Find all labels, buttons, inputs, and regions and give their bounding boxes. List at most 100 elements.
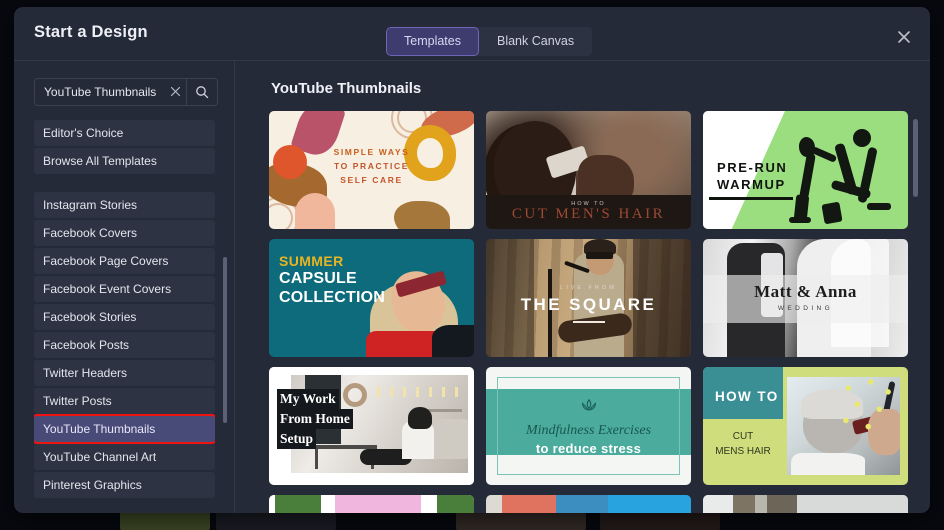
decor-blob (394, 201, 450, 229)
template-card-partial[interactable] (703, 495, 908, 513)
template-card-partial[interactable] (269, 495, 474, 513)
template-title: CUT MEN'S HAIR (486, 206, 691, 223)
template-title-line: Setup (277, 429, 316, 449)
template-title: SIMPLE WAYS TO PRACTICE SELF CARE (269, 145, 474, 187)
sidebar-scrollbar[interactable] (223, 257, 227, 423)
template-card-the-square[interactable]: LIVE FROM THE SQUARE (486, 239, 691, 357)
template-title-line: WARMUP (717, 176, 787, 193)
template-title: CUTMENS HAIR (703, 429, 783, 459)
search-submit-button[interactable] (187, 85, 217, 99)
sidebar-item-twitter-posts[interactable]: Twitter Posts (34, 388, 215, 414)
template-kicker: HOW TO (715, 389, 779, 404)
page-title: Start a Design (34, 23, 148, 42)
decor-runner (799, 153, 816, 200)
template-title: Matt & Anna (703, 282, 908, 302)
search-icon (195, 85, 209, 99)
decor-rule (709, 197, 793, 200)
template-card-matt-and-anna-wedding[interactable]: Matt & Anna WEDDING (703, 239, 908, 357)
decor-sparkles (836, 377, 898, 439)
gallery-scrollbar[interactable] (913, 119, 918, 197)
gallery-heading: YouTube Thumbnails (271, 80, 421, 97)
dialog-body: YouTube Thumbnails Editor's Choice Brows… (14, 61, 930, 513)
template-card-partial[interactable] (486, 495, 691, 513)
template-title: Mindfulness Exercises (486, 423, 691, 439)
decor-sunglasses (586, 252, 613, 259)
sidebar-category-list[interactable]: Editor's Choice Browse All Templates Ins… (34, 120, 215, 513)
template-title: CAPSULECOLLECTION (279, 269, 385, 307)
template-title-line: SELF CARE (269, 173, 474, 187)
decor-cape (791, 453, 865, 475)
clear-search-button[interactable] (164, 85, 186, 100)
sidebar-item-twitter-headers[interactable]: Twitter Headers (34, 360, 215, 386)
mode-tab-group: Templates Blank Canvas (386, 27, 592, 56)
template-title-line: My Work (277, 389, 339, 409)
template-card-self-care[interactable]: SIMPLE WAYS TO PRACTICE SELF CARE (269, 111, 474, 229)
sidebar-item-youtube-channel-art[interactable]: YouTube Channel Art (34, 444, 215, 470)
template-subtitle: WEDDING (703, 305, 908, 312)
sidebar-item-pinterest-graphics[interactable]: Pinterest Graphics (34, 472, 215, 498)
template-gallery: YouTube Thumbnails (235, 61, 930, 513)
template-card-mindfulness-exercises[interactable]: Mindfulness Exercises to reduce stress (486, 367, 691, 485)
close-icon (894, 27, 914, 47)
template-row (269, 495, 909, 513)
decor-block (703, 495, 735, 513)
lotus-icon (578, 397, 600, 419)
close-icon (170, 86, 181, 97)
decor-hair (408, 407, 432, 429)
decor-block (335, 495, 427, 513)
sidebar-item-facebook-page-covers[interactable]: Facebook Page Covers (34, 248, 215, 274)
template-card-how-to-cut-mens-hair[interactable]: HOW TO CUTMENS HAIR (703, 367, 908, 485)
decor-runner (789, 217, 811, 223)
close-button[interactable] (894, 27, 914, 47)
sidebar-item-youtube-thumbnails[interactable]: YouTube Thumbnails (34, 416, 215, 442)
decor-block (608, 495, 691, 513)
sidebar: YouTube Thumbnails Editor's Choice Brows… (14, 61, 235, 513)
decor-blob (295, 193, 335, 229)
decor-runner (821, 202, 842, 225)
start-a-design-dialog: Start a Design Templates Blank Canvas Yo… (14, 7, 930, 513)
sidebar-item-editors-choice[interactable]: Editor's Choice (34, 120, 215, 146)
template-card-pre-run-warmup[interactable]: PRE-RUN WARMUP (703, 111, 908, 229)
sidebar-item-facebook-stories[interactable]: Facebook Stories (34, 304, 215, 330)
template-title-line: From Home (277, 409, 353, 429)
decor-block (502, 495, 560, 513)
search-box[interactable]: YouTube Thumbnails (34, 78, 218, 106)
template-title-line: PRE-RUN (717, 159, 787, 176)
search-input[interactable]: YouTube Thumbnails (35, 85, 164, 99)
decor-jacket (432, 325, 474, 357)
template-title-line: TO PRACTICE (269, 159, 474, 173)
decor-block (556, 495, 612, 513)
decor-block (797, 495, 908, 513)
template-title: PRE-RUN WARMUP (717, 159, 787, 193)
decor-desk-leg (315, 447, 318, 469)
template-kicker: SUMMER (279, 253, 344, 269)
decor-strip (269, 367, 474, 373)
template-row: My Work From Home Setup Mindfulness Exer… (269, 367, 909, 485)
decor-runner (867, 203, 891, 210)
decor-block (275, 495, 327, 513)
template-grid: SIMPLE WAYS TO PRACTICE SELF CARE HOW TO (269, 111, 909, 513)
template-subtitle: to reduce stress (486, 441, 691, 456)
decor-block (767, 495, 797, 513)
sidebar-item-facebook-covers[interactable]: Facebook Covers (34, 220, 215, 246)
decor-rule (573, 321, 605, 323)
decor-strip (269, 473, 474, 485)
dialog-header: Start a Design Templates Blank Canvas (14, 7, 930, 61)
template-title: My Work From Home Setup (277, 389, 353, 449)
tab-blank-canvas[interactable]: Blank Canvas (479, 27, 592, 56)
decor-photo (787, 377, 900, 475)
decor-runner (857, 147, 877, 204)
template-row: SUMMER CAPSULECOLLECTION (269, 239, 909, 357)
template-card-summer-capsule[interactable]: SUMMER CAPSULECOLLECTION (269, 239, 474, 357)
sidebar-item-instagram-stories[interactable]: Instagram Stories (34, 192, 215, 218)
tab-templates[interactable]: Templates (386, 27, 479, 56)
template-row: SIMPLE WAYS TO PRACTICE SELF CARE HOW TO (269, 111, 909, 229)
sidebar-item-browse-all-templates[interactable]: Browse All Templates (34, 148, 215, 174)
sidebar-item-facebook-posts[interactable]: Facebook Posts (34, 332, 215, 358)
decor-block (437, 495, 474, 513)
sidebar-item-facebook-event-covers[interactable]: Facebook Event Covers (34, 276, 215, 302)
template-card-work-from-home-setup[interactable]: My Work From Home Setup (269, 367, 474, 485)
template-card-cut-mens-hair[interactable]: HOW TO CUT MEN'S HAIR (486, 111, 691, 229)
decor-block (733, 495, 755, 513)
sidebar-group-separator (34, 176, 215, 192)
